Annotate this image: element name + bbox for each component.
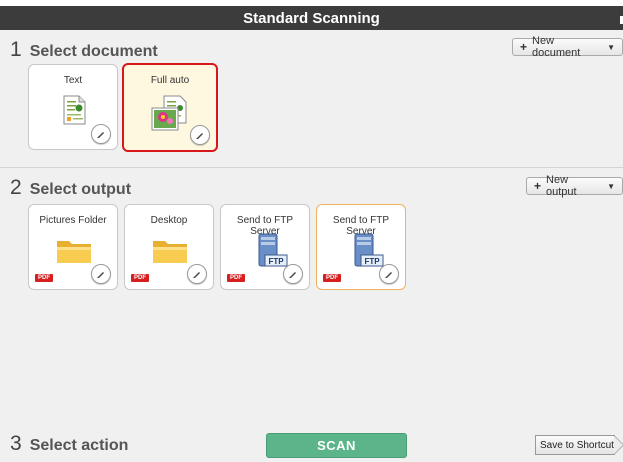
new-output-button[interactable]: + New output ▼ — [526, 174, 623, 198]
section-divider — [0, 167, 623, 168]
edit-pencil-button[interactable] — [187, 264, 207, 284]
section-label: Select document — [29, 43, 158, 60]
save-to-shortcut-label: Save to Shortcut — [540, 439, 614, 451]
section-number: 3 — [10, 432, 22, 455]
edit-pencil-button[interactable] — [91, 124, 111, 144]
section-select-output-header: 2 Select output — [10, 176, 131, 200]
new-document-label: New document — [532, 35, 581, 59]
section-select-action-header: 3 Select action — [10, 432, 128, 456]
pencil-icon — [97, 272, 104, 278]
caret-down-icon: ▼ — [607, 181, 615, 191]
pencil-icon — [385, 272, 392, 278]
auto-photo-document-icon — [151, 95, 187, 131]
card-title: Desktop — [150, 215, 188, 226]
folder-icon — [153, 241, 187, 263]
scanner-window: Standard Scanning 1 Select document + Ne… — [0, 0, 623, 462]
pencil-icon — [196, 133, 203, 139]
section-label: Select output — [29, 181, 132, 198]
scan-button[interactable]: SCAN — [266, 433, 407, 458]
window-title: Standard Scanning — [243, 9, 380, 27]
document-card-full-auto[interactable]: Full auto — [122, 63, 218, 152]
edit-pencil-button[interactable] — [91, 264, 111, 284]
section-label: Select action — [29, 437, 129, 454]
pdf-badge: PDF — [131, 274, 149, 282]
pdf-badge: PDF — [35, 274, 53, 282]
card-title: Text — [63, 75, 83, 86]
ftp-label: FTP — [364, 257, 380, 266]
output-card-desktop[interactable]: Desktop PDF — [124, 204, 214, 290]
caret-down-icon: ▼ — [607, 42, 615, 52]
window-titlebar: Standard Scanning — [0, 0, 623, 30]
pdf-badge: PDF — [227, 274, 245, 282]
edit-pencil-button[interactable] — [379, 264, 399, 284]
output-card-pictures-folder[interactable]: Pictures Folder PDF — [28, 204, 118, 290]
text-document-icon — [63, 95, 86, 125]
section-select-document-header: 1 Select document — [10, 38, 158, 62]
output-card-ftp-server-2[interactable]: Send to FTP Server FTP PDF — [316, 204, 406, 290]
edit-pencil-button[interactable] — [283, 264, 303, 284]
new-document-button[interactable]: + New document ▼ — [512, 35, 623, 59]
section-number: 2 — [10, 176, 22, 199]
new-output-label: New output — [546, 174, 577, 198]
ftp-server-icon: FTP — [354, 233, 384, 267]
output-card-ftp-server[interactable]: Send to FTP Server FTP PDF — [220, 204, 310, 290]
pencil-icon — [193, 272, 200, 278]
card-title: Full auto — [150, 75, 190, 86]
plus-icon: + — [534, 179, 542, 193]
folder-icon — [57, 241, 91, 263]
pencil-icon — [97, 132, 104, 138]
plus-icon: + — [520, 40, 528, 54]
document-card-text[interactable]: Text — [28, 64, 118, 150]
ftp-label: FTP — [268, 257, 284, 266]
pdf-badge: PDF — [323, 274, 341, 282]
section-number: 1 — [10, 38, 22, 61]
pencil-icon — [289, 272, 296, 278]
card-title: Pictures Folder — [39, 215, 107, 226]
ftp-server-icon: FTP — [258, 233, 288, 267]
edit-pencil-button[interactable] — [190, 125, 210, 145]
save-to-shortcut-button[interactable]: Save to Shortcut — [535, 435, 623, 455]
